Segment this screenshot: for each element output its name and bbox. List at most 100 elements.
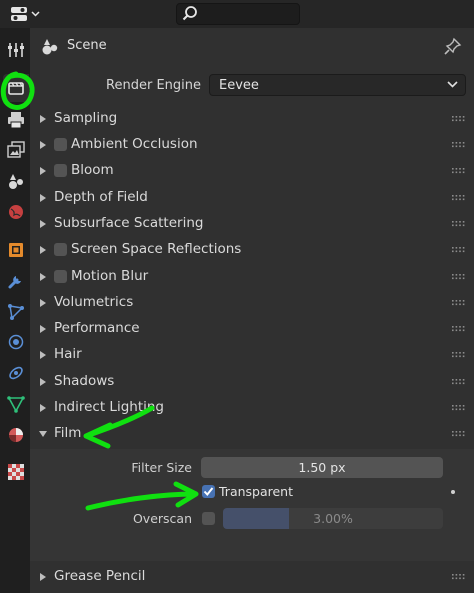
disclosure-collapsed-icon: [40, 141, 46, 149]
panel-title: Volumetrics: [54, 294, 134, 310]
constraints-icon: [9, 366, 23, 380]
overscan-value: 3.00%: [313, 511, 353, 526]
ambient-occlusion-enable-checkbox[interactable]: [54, 138, 67, 151]
tab-world[interactable]: [3, 198, 29, 226]
output-icon: [8, 112, 24, 129]
editor-type-button[interactable]: [7, 3, 43, 25]
motion-blur-enable-checkbox[interactable]: [54, 270, 67, 283]
panel-title: Depth of Field: [54, 189, 148, 205]
tool-icon: [8, 43, 24, 57]
panel-header-volumetrics[interactable]: Volumetrics: [30, 290, 474, 316]
tab-data[interactable]: [3, 390, 29, 418]
panel-header-ambient-occlusion[interactable]: Ambient Occlusion: [30, 132, 474, 158]
drag-handle-icon[interactable]: [452, 168, 466, 174]
disclosure-collapsed-icon: [40, 351, 46, 359]
drag-handle-icon[interactable]: [452, 300, 466, 306]
panel-header-sampling[interactable]: Sampling: [30, 106, 474, 132]
tab-output[interactable]: [3, 106, 29, 134]
drag-handle-icon[interactable]: [452, 431, 466, 437]
properties-editor-icon: [11, 7, 27, 21]
filter-size-field[interactable]: 1.50 px: [201, 457, 443, 478]
transparent-label[interactable]: Transparent: [219, 484, 293, 499]
drag-handle-icon[interactable]: [452, 352, 466, 358]
panel-header-subsurface-scattering[interactable]: Subsurface Scattering: [30, 211, 474, 237]
drag-handle-icon[interactable]: [452, 247, 466, 253]
render-engine-dropdown[interactable]: Eevee: [209, 74, 466, 96]
panel-title: Grease Pencil: [54, 568, 146, 584]
drag-handle-icon[interactable]: [452, 221, 466, 227]
texture-icon: [8, 464, 24, 480]
panel-title: Hair: [54, 346, 82, 362]
drag-handle-icon[interactable]: [452, 379, 466, 385]
particles-icon: [8, 304, 24, 320]
data-icon: [7, 396, 25, 413]
tab-particles[interactable]: [3, 298, 29, 326]
panel-header-indirect-lighting[interactable]: Indirect Lighting: [30, 395, 474, 421]
search-field[interactable]: [176, 3, 300, 25]
screen-space-reflections-enable-checkbox[interactable]: [54, 243, 67, 256]
disclosure-collapsed-icon: [40, 273, 46, 281]
disclosure-collapsed-icon: [40, 325, 46, 333]
disclosure-expanded-icon: [39, 431, 47, 437]
drag-handle-icon[interactable]: [452, 195, 466, 201]
tab-scene[interactable]: [3, 167, 29, 195]
disclosure-collapsed-icon: [40, 378, 46, 386]
tab-tool[interactable]: [3, 36, 29, 64]
chevron-down-icon: [447, 81, 458, 88]
material-icon: [9, 428, 23, 442]
drag-handle-icon[interactable]: [452, 116, 466, 122]
disclosure-collapsed-icon: [40, 573, 46, 581]
tab-constraints[interactable]: [3, 359, 29, 387]
overscan-label: Overscan: [132, 511, 192, 526]
panel-header-shadows[interactable]: Shadows: [30, 369, 474, 395]
render-engine-label: Render Engine: [106, 78, 201, 93]
properties-panel: Scene Render Engine Eevee Sampling Ambien…: [30, 28, 474, 593]
panel-header-bloom[interactable]: Bloom: [30, 158, 474, 184]
panel-header-grease-pencil[interactable]: Grease Pencil: [30, 564, 474, 590]
properties-editor: Scene Render Engine Eevee Sampling Ambien…: [0, 0, 474, 593]
panel-title: Subsurface Scattering: [54, 215, 204, 231]
transparent-row: Transparent: [30, 481, 474, 503]
scene-icon: [42, 39, 58, 55]
overscan-slider[interactable]: 3.00%: [223, 508, 443, 529]
panel-title: Sampling: [54, 110, 118, 126]
tab-render[interactable]: [3, 74, 29, 102]
filter-size-label: Filter Size: [131, 460, 192, 475]
tab-modifiers[interactable]: [3, 267, 29, 295]
tab-view-layer[interactable]: [3, 136, 29, 164]
editor-header: [0, 0, 474, 28]
render-engine-value: Eevee: [219, 78, 259, 93]
context-breadcrumb: Scene: [30, 28, 474, 64]
drag-handle-icon[interactable]: [452, 274, 466, 280]
keyframe-dot[interactable]: [451, 490, 455, 494]
tab-material[interactable]: [3, 421, 29, 449]
tab-object[interactable]: [3, 236, 29, 264]
overscan-checkbox[interactable]: [202, 512, 215, 525]
panel-header-hair[interactable]: Hair: [30, 342, 474, 368]
transparent-checkbox[interactable]: [202, 485, 215, 498]
search-input[interactable]: [199, 6, 295, 22]
drag-handle-icon[interactable]: [452, 574, 466, 580]
pin-icon[interactable]: [444, 37, 462, 55]
panel-header-screen-space-reflections[interactable]: Screen Space Reflections: [30, 237, 474, 263]
panel-header-performance[interactable]: Performance: [30, 316, 474, 342]
panel-title: Bloom: [71, 162, 114, 178]
panel-header-depth-of-field[interactable]: Depth of Field: [30, 185, 474, 211]
disclosure-collapsed-icon: [40, 246, 46, 254]
panel-header-film[interactable]: Film: [30, 421, 474, 447]
view-layer-icon: [7, 141, 25, 158]
tab-physics[interactable]: [3, 328, 29, 356]
panel-header-motion-blur[interactable]: Motion Blur: [30, 264, 474, 290]
disclosure-collapsed-icon: [40, 299, 46, 307]
scene-icon: [9, 174, 23, 189]
disclosure-collapsed-icon: [40, 220, 46, 228]
render-icon: [8, 82, 24, 95]
film-panel-body: Filter Size 1.50 px Transparent Overscan…: [30, 449, 474, 561]
drag-handle-icon[interactable]: [452, 142, 466, 148]
drag-handle-icon[interactable]: [452, 326, 466, 332]
bloom-enable-checkbox[interactable]: [54, 164, 67, 177]
drag-handle-icon[interactable]: [452, 405, 466, 411]
object-icon: [9, 243, 23, 257]
tab-texture[interactable]: [3, 458, 29, 486]
panel-title: Shadows: [54, 373, 115, 389]
